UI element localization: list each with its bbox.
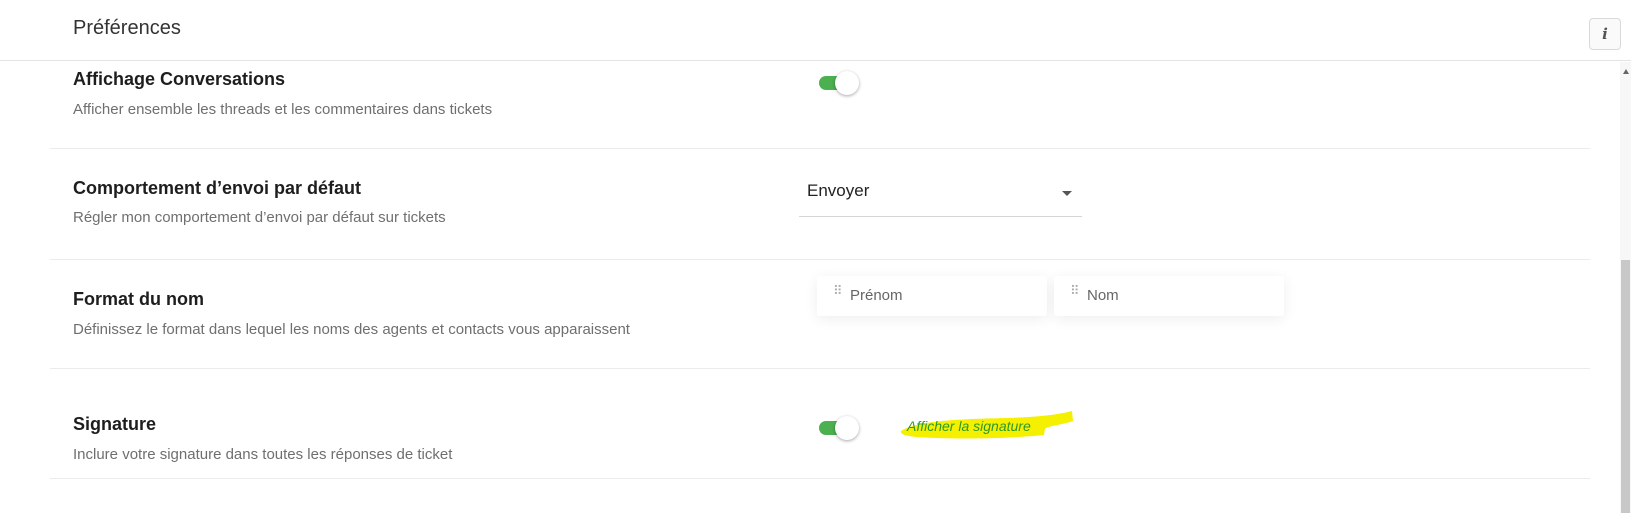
chip-label: Prénom [850,287,903,304]
select-value: Envoyer [807,181,870,200]
setting-description: Régler mon comportement d’envoi par défa… [73,209,446,226]
setting-row-name-format: Format du nom Définissez le format dans … [50,260,1590,369]
toggle-knob [835,71,859,95]
annotation-text: Afficher la signature [907,418,1031,434]
highlight-annotation: Afficher la signature [897,409,1077,449]
drag-handle-icon[interactable]: ⠿ [1070,284,1080,297]
chip-label: Nom [1087,287,1119,304]
setting-row-conversations: Affichage Conversations Afficher ensembl… [50,62,1590,149]
setting-description: Afficher ensemble les threads et les com… [73,101,493,118]
page-title: Préférences [73,17,181,39]
setting-description: Définissez le format dans lequel les nom… [73,321,630,338]
setting-label: Affichage Conversations [73,69,286,89]
setting-description: Inclure votre signature dans toutes les … [73,446,453,463]
scrollbar-thumb[interactable] [1621,260,1630,513]
conversations-toggle[interactable] [819,71,859,95]
info-icon[interactable]: i [1589,18,1621,50]
scrollbar[interactable] [1620,62,1631,513]
setting-label: Format du nom [73,289,204,309]
setting-label: Signature [73,414,157,434]
drag-handle-icon[interactable]: ⠿ [833,284,843,297]
page-header: Préférences i [0,0,1631,61]
name-format-item-lastname[interactable]: ⠿ Nom [1054,276,1284,316]
signature-toggle[interactable] [819,416,859,440]
setting-label: Comportement d’envoi par défaut [73,178,362,198]
send-behavior-select[interactable]: Envoyer [799,169,1082,217]
caret-down-icon [1062,191,1072,196]
name-format-item-firstname[interactable]: ⠿ Prénom [817,276,1047,316]
scroll-up-arrow-icon[interactable] [1623,69,1629,74]
setting-row-send-behavior: Comportement d’envoi par défaut Régler m… [50,149,1590,260]
setting-row-signature: Signature Inclure votre signature dans t… [50,369,1590,479]
toggle-knob [835,416,859,440]
